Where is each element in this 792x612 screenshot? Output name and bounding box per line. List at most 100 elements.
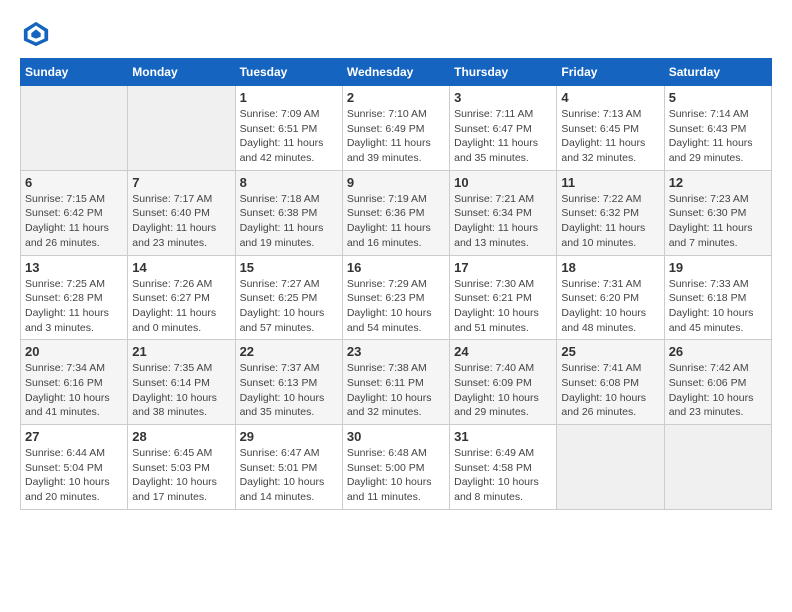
day-number: 22: [240, 344, 338, 359]
calendar-cell: 13 Sunrise: 7:25 AMSunset: 6:28 PMDayligh…: [21, 255, 128, 340]
day-number: 14: [132, 260, 230, 275]
day-number: 24: [454, 344, 552, 359]
day-detail: Sunrise: 7:09 AMSunset: 6:51 PMDaylight:…: [240, 107, 338, 166]
day-number: 2: [347, 90, 445, 105]
calendar-cell: 28 Sunrise: 6:45 AMSunset: 5:03 PMDayligh…: [128, 425, 235, 510]
day-detail: Sunrise: 7:37 AMSunset: 6:13 PMDaylight:…: [240, 361, 338, 420]
day-detail: Sunrise: 7:23 AMSunset: 6:30 PMDaylight:…: [669, 192, 767, 251]
day-detail: Sunrise: 7:26 AMSunset: 6:27 PMDaylight:…: [132, 277, 230, 336]
day-number: 12: [669, 175, 767, 190]
day-detail: Sunrise: 7:22 AMSunset: 6:32 PMDaylight:…: [561, 192, 659, 251]
day-detail: Sunrise: 7:33 AMSunset: 6:18 PMDaylight:…: [669, 277, 767, 336]
calendar-table: SundayMondayTuesdayWednesdayThursdayFrid…: [20, 58, 772, 510]
day-detail: Sunrise: 6:47 AMSunset: 5:01 PMDaylight:…: [240, 446, 338, 505]
calendar-cell: 20 Sunrise: 7:34 AMSunset: 6:16 PMDayligh…: [21, 340, 128, 425]
calendar-cell: 15 Sunrise: 7:27 AMSunset: 6:25 PMDayligh…: [235, 255, 342, 340]
day-number: 1: [240, 90, 338, 105]
day-number: 19: [669, 260, 767, 275]
calendar-cell: 2Sunrise: 7:10 AMSunset: 6:49 PMDaylight…: [342, 86, 449, 171]
calendar-cell: 6 Sunrise: 7:15 AMSunset: 6:42 PMDaylight…: [21, 170, 128, 255]
calendar-week-row: 1 Sunrise: 7:09 AMSunset: 6:51 PMDaylight…: [21, 86, 772, 171]
day-detail: Sunrise: 6:49 AMSunset: 4:58 PMDaylight:…: [454, 446, 552, 505]
calendar-cell: 9 Sunrise: 7:19 AMSunset: 6:36 PMDaylight…: [342, 170, 449, 255]
day-number: 11: [561, 175, 659, 190]
calendar-week-row: 27 Sunrise: 6:44 AMSunset: 5:04 PMDayligh…: [21, 425, 772, 510]
day-number: 16: [347, 260, 445, 275]
calendar-cell: [128, 86, 235, 171]
day-number: 9: [347, 175, 445, 190]
day-number: 17: [454, 260, 552, 275]
day-number: 27: [25, 429, 123, 444]
day-number: 20: [25, 344, 123, 359]
day-number: 5: [669, 90, 767, 105]
page-header: [20, 20, 772, 48]
day-detail: Sunrise: 7:29 AMSunset: 6:23 PMDaylight:…: [347, 277, 445, 336]
day-detail: Sunrise: 7:27 AMSunset: 6:25 PMDaylight:…: [240, 277, 338, 336]
calendar-cell: 8 Sunrise: 7:18 AMSunset: 6:38 PMDaylight…: [235, 170, 342, 255]
calendar-week-row: 20 Sunrise: 7:34 AMSunset: 6:16 PMDayligh…: [21, 340, 772, 425]
day-detail: Sunrise: 6:48 AMSunset: 5:00 PMDaylight:…: [347, 446, 445, 505]
day-detail: Sunrise: 7:18 AMSunset: 6:38 PMDaylight:…: [240, 192, 338, 251]
calendar-week-row: 6 Sunrise: 7:15 AMSunset: 6:42 PMDaylight…: [21, 170, 772, 255]
day-number: 8: [240, 175, 338, 190]
day-number: 25: [561, 344, 659, 359]
day-number: 29: [240, 429, 338, 444]
day-detail: Sunrise: 7:38 AMSunset: 6:11 PMDaylight:…: [347, 361, 445, 420]
weekday-header: Sunday: [21, 59, 128, 86]
day-detail: Sunrise: 7:21 AMSunset: 6:34 PMDaylight:…: [454, 192, 552, 251]
day-number: 13: [25, 260, 123, 275]
day-detail: Sunrise: 7:35 AMSunset: 6:14 PMDaylight:…: [132, 361, 230, 420]
calendar-cell: 31 Sunrise: 6:49 AMSunset: 4:58 PMDayligh…: [450, 425, 557, 510]
calendar-cell: 26 Sunrise: 7:42 AMSunset: 6:06 PMDayligh…: [664, 340, 771, 425]
calendar-cell: 22 Sunrise: 7:37 AMSunset: 6:13 PMDayligh…: [235, 340, 342, 425]
day-number: 10: [454, 175, 552, 190]
day-number: 28: [132, 429, 230, 444]
day-detail: Sunrise: 7:17 AMSunset: 6:40 PMDaylight:…: [132, 192, 230, 251]
calendar-cell: 11 Sunrise: 7:22 AMSunset: 6:32 PMDayligh…: [557, 170, 664, 255]
day-detail: Sunrise: 6:45 AMSunset: 5:03 PMDaylight:…: [132, 446, 230, 505]
calendar-cell: 4 Sunrise: 7:13 AMSunset: 6:45 PMDaylight…: [557, 86, 664, 171]
weekday-header: Wednesday: [342, 59, 449, 86]
day-detail: Sunrise: 7:34 AMSunset: 6:16 PMDaylight:…: [25, 361, 123, 420]
calendar-cell: [664, 425, 771, 510]
day-number: 18: [561, 260, 659, 275]
day-number: 7: [132, 175, 230, 190]
calendar-cell: 17 Sunrise: 7:30 AMSunset: 6:21 PMDayligh…: [450, 255, 557, 340]
day-detail: Sunrise: 7:13 AMSunset: 6:45 PMDaylight:…: [561, 107, 659, 166]
day-detail: Sunrise: 7:19 AMSunset: 6:36 PMDaylight:…: [347, 192, 445, 251]
calendar-cell: 25 Sunrise: 7:41 AMSunset: 6:08 PMDayligh…: [557, 340, 664, 425]
calendar-cell: 23Sunrise: 7:38 AMSunset: 6:11 PMDayligh…: [342, 340, 449, 425]
day-detail: Sunrise: 6:44 AMSunset: 5:04 PMDaylight:…: [25, 446, 123, 505]
day-number: 15: [240, 260, 338, 275]
day-number: 26: [669, 344, 767, 359]
day-detail: Sunrise: 7:41 AMSunset: 6:08 PMDaylight:…: [561, 361, 659, 420]
day-detail: Sunrise: 7:25 AMSunset: 6:28 PMDaylight:…: [25, 277, 123, 336]
day-number: 4: [561, 90, 659, 105]
day-number: 3: [454, 90, 552, 105]
weekday-header-row: SundayMondayTuesdayWednesdayThursdayFrid…: [21, 59, 772, 86]
day-detail: Sunrise: 7:15 AMSunset: 6:42 PMDaylight:…: [25, 192, 123, 251]
logo-icon: [22, 20, 50, 48]
day-detail: Sunrise: 7:11 AMSunset: 6:47 PMDaylight:…: [454, 107, 552, 166]
calendar-cell: 16 Sunrise: 7:29 AMSunset: 6:23 PMDayligh…: [342, 255, 449, 340]
calendar-cell: 30 Sunrise: 6:48 AMSunset: 5:00 PMDayligh…: [342, 425, 449, 510]
day-detail: Sunrise: 7:42 AMSunset: 6:06 PMDaylight:…: [669, 361, 767, 420]
calendar-cell: [557, 425, 664, 510]
day-number: 21: [132, 344, 230, 359]
calendar-cell: 29 Sunrise: 6:47 AMSunset: 5:01 PMDayligh…: [235, 425, 342, 510]
calendar-cell: 27 Sunrise: 6:44 AMSunset: 5:04 PMDayligh…: [21, 425, 128, 510]
calendar-week-row: 13 Sunrise: 7:25 AMSunset: 6:28 PMDayligh…: [21, 255, 772, 340]
calendar-cell: [21, 86, 128, 171]
weekday-header: Friday: [557, 59, 664, 86]
day-detail: Sunrise: 7:14 AMSunset: 6:43 PMDaylight:…: [669, 107, 767, 166]
logo: [20, 20, 50, 48]
day-number: 6: [25, 175, 123, 190]
weekday-header: Thursday: [450, 59, 557, 86]
weekday-header: Tuesday: [235, 59, 342, 86]
calendar-cell: 1 Sunrise: 7:09 AMSunset: 6:51 PMDaylight…: [235, 86, 342, 171]
calendar-cell: 3 Sunrise: 7:11 AMSunset: 6:47 PMDaylight…: [450, 86, 557, 171]
day-detail: Sunrise: 7:30 AMSunset: 6:21 PMDaylight:…: [454, 277, 552, 336]
day-number: 31: [454, 429, 552, 444]
day-number: 30: [347, 429, 445, 444]
day-detail: Sunrise: 7:40 AMSunset: 6:09 PMDaylight:…: [454, 361, 552, 420]
